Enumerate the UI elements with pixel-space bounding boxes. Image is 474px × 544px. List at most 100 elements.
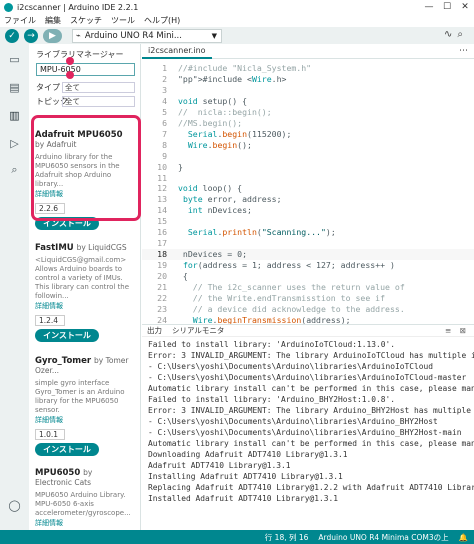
upload-button[interactable]: → xyxy=(24,28,38,43)
code-line: // the Write.endTransmisstion to see if xyxy=(178,292,386,303)
status-bar: 行 18, 列 16 Arduino UNO R4 Minima COM3の上 … xyxy=(0,530,474,544)
library-name: MPU6050 xyxy=(35,468,81,478)
more-info-link[interactable]: 詳細情報 xyxy=(35,518,131,528)
board-status: Arduino UNO R4 Minima COM3の上 xyxy=(318,532,449,542)
account-icon[interactable]: ◯ xyxy=(7,498,22,513)
topic-select[interactable]: 全て xyxy=(62,96,135,107)
menu-edit[interactable]: 編集 xyxy=(45,15,61,26)
output-line: Installing Adafruit ADT7410 Library@1.3.… xyxy=(148,472,343,481)
library-author: by LiquidCGS xyxy=(76,243,127,252)
verify-button[interactable]: ✓ xyxy=(5,28,19,43)
debug-icon[interactable]: ▷ xyxy=(7,136,22,151)
debug-button[interactable]: ▶ xyxy=(43,28,62,43)
cursor-position: 行 18, 列 16 xyxy=(264,532,309,542)
code-line: // a device did acknowledge to the addre… xyxy=(178,303,405,314)
output-log: Failed to install library: 'ArduinoIoTCl… xyxy=(142,337,474,506)
line-number: 14 xyxy=(157,205,167,216)
menu-help[interactable]: ヘルプ(H) xyxy=(144,15,180,26)
code-line: Serial.begin(115200); xyxy=(187,128,292,139)
code-line: for(address = 1; address < 127; address+… xyxy=(182,260,395,271)
type-label: タイプ xyxy=(36,83,60,92)
code-line: int nDevices; xyxy=(187,205,252,216)
annotation-highlight-box xyxy=(31,115,141,221)
output-line: - C:\Users\yoshi\Documents\Arduino\libra… xyxy=(148,373,467,382)
output-controls-icon[interactable]: ≡ ⊠ xyxy=(440,326,474,335)
minimize-button[interactable]: — xyxy=(420,0,438,14)
output-line: Error: 3 INVALID_ARGUMENT: The library A… xyxy=(148,406,472,415)
line-number: 2 xyxy=(162,73,167,84)
type-select[interactable]: 全て xyxy=(62,82,135,93)
library-description: <LiquidCGS@gmail.com> Allows Arduino boa… xyxy=(35,256,130,300)
code-line: nDevices = 0; xyxy=(178,249,248,260)
maximize-button[interactable]: ☐ xyxy=(438,0,456,14)
output-line: - C:\Users\yoshi\Documents\Arduino\libra… xyxy=(148,417,438,426)
tab-i2cscanner[interactable]: i2cscanner.ino xyxy=(142,44,212,59)
arduino-logo-icon xyxy=(4,2,13,12)
line-number: 1 xyxy=(162,63,167,73)
line-number: 9 xyxy=(162,150,167,161)
line-number: 7 xyxy=(162,128,167,139)
library-icon[interactable]: ▥ xyxy=(7,108,22,123)
more-info-link[interactable]: 詳細情報 xyxy=(35,415,131,425)
code-line: //MS.begin(); xyxy=(178,117,243,128)
tab-serial-monitor[interactable]: シリアルモニタ xyxy=(167,325,229,336)
boards-icon[interactable]: ▤ xyxy=(7,80,22,95)
output-line: Adafruit ADT7410 Library@1.3.1 xyxy=(148,461,291,470)
annotation-marker xyxy=(66,57,74,65)
board-selector[interactable]: ⌁ Arduino UNO R4 Mini... ▼ xyxy=(72,28,222,43)
menu-tools[interactable]: ツール xyxy=(111,15,135,26)
line-number: 20 xyxy=(157,271,167,282)
install-button[interactable]: インストール xyxy=(35,329,99,342)
menu-sketch[interactable]: スケッチ xyxy=(70,15,102,26)
check-icon: ✓ xyxy=(8,30,16,41)
title-bar: i2cscanner | Arduino IDE 2.2.1 — ☐ ✕ xyxy=(0,0,474,14)
install-button[interactable]: インストール xyxy=(35,443,99,456)
library-description: MPU6050 Arduino Library. MPU-6050 6-axis… xyxy=(35,491,131,517)
usb-icon: ⌁ xyxy=(76,31,81,40)
code-line: } xyxy=(178,161,183,172)
code-line: // The i2c_scanner uses the return value… xyxy=(178,282,405,292)
close-button[interactable]: ✕ xyxy=(456,0,474,14)
library-search-input[interactable]: MPU-6050 xyxy=(36,63,135,76)
folder-icon[interactable]: ▭ xyxy=(7,52,22,67)
code-line: "pp">#include <Wire.h> xyxy=(178,73,287,84)
line-number: 3 xyxy=(162,84,167,95)
search-icon[interactable]: ⌕ xyxy=(7,162,22,177)
toolbar: ✓ → ▶ ⌁ Arduino UNO R4 Mini... ▼ ∿⌕ xyxy=(0,27,474,44)
output-line: Failed to install library: 'Arduino_BHY2… xyxy=(148,395,396,404)
version-select[interactable]: 1.0.1 xyxy=(35,429,65,440)
notification-icon[interactable]: 🔔 xyxy=(459,533,468,542)
editor-tab-bar: i2cscanner.ino ⋯ xyxy=(142,44,474,59)
output-tabs: 出力 シリアルモニタ ≡ ⊠ xyxy=(142,325,474,337)
plotter-icon[interactable]: ∿ xyxy=(444,29,457,40)
line-number: 5 xyxy=(162,106,167,117)
menu-bar: ファイル 編集 スケッチ ツール ヘルプ(H) xyxy=(0,14,474,27)
library-card-mpu6050: MPU6050 by Electronic Cats MPU6050 Ardui… xyxy=(29,464,137,530)
version-select[interactable]: 1.2.4 xyxy=(35,315,65,326)
output-line: Failed to install library: 'ArduinoIoTCl… xyxy=(148,340,396,349)
line-number: 12 xyxy=(157,183,167,194)
library-description: simple gyro interface Gyro_Tomer is an A… xyxy=(35,379,125,414)
line-number: 10 xyxy=(157,161,167,172)
line-number: 4 xyxy=(162,95,167,106)
arrow-right-icon: → xyxy=(27,30,35,41)
line-number: 16 xyxy=(157,227,167,238)
output-line: Error: 3 INVALID_ARGUMENT: The library A… xyxy=(148,351,474,360)
line-number: 17 xyxy=(157,238,167,249)
more-info-link[interactable]: 詳細情報 xyxy=(35,301,131,311)
code-line: void loop() { xyxy=(178,183,243,194)
code-line: byte error, address; xyxy=(182,194,282,205)
library-name: FastIMU xyxy=(35,243,74,253)
menu-file[interactable]: ファイル xyxy=(4,15,36,26)
code-line: void setup() { xyxy=(178,95,248,106)
output-panel: 出力 シリアルモニタ ≡ ⊠ Failed to install library… xyxy=(142,324,474,530)
code-line: // nicla::begin(); xyxy=(178,106,272,117)
monitor-icon[interactable]: ⌕ xyxy=(457,29,468,40)
output-line: Automatic library install can't be perfo… xyxy=(148,439,474,448)
code-area[interactable]: 1 //#include "Nicla_System.h" 2 "pp">#inclu… xyxy=(142,60,474,336)
output-line: Installed Adafruit ADT7410 Library@1.3.1 xyxy=(148,494,339,503)
tab-output[interactable]: 出力 xyxy=(142,325,167,336)
more-icon[interactable]: ⋯ xyxy=(459,46,468,56)
line-number: 13 xyxy=(157,194,167,205)
panel-title: ライブラリマネージャー xyxy=(36,50,124,59)
